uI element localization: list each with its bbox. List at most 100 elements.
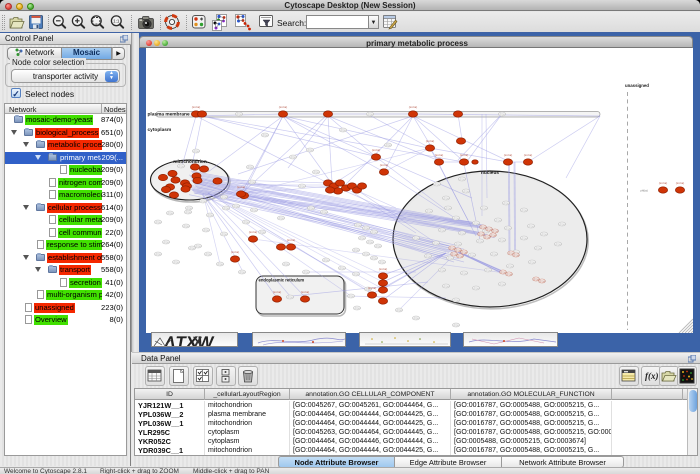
svg-text:(xx=a): (xx=a) — [379, 267, 387, 271]
svg-text:yl=(a): yl=(a) — [216, 262, 223, 266]
svg-text:yl=(a): yl=(a) — [512, 253, 519, 257]
svg-text:yl=(a): yl=(a) — [489, 233, 496, 237]
svg-text:yl=(a): yl=(a) — [182, 224, 189, 228]
svg-text:X: X — [192, 334, 204, 347]
svg-text:yl=(a): yl=(a) — [366, 240, 373, 244]
svg-text:(xx=a): (xx=a) — [287, 238, 295, 242]
svg-text:yl=(a): yl=(a) — [258, 230, 265, 234]
svg-text:yl=(a): yl=(a) — [358, 236, 365, 240]
svg-text:yl=(a): yl=(a) — [352, 272, 359, 276]
svg-text:f(x): f(x) — [645, 371, 659, 381]
svg-text:yl=(a): yl=(a) — [312, 170, 319, 174]
svg-text:yl=(a): yl=(a) — [235, 112, 242, 116]
svg-text:1:1: 1:1 — [113, 19, 120, 24]
svg-text:yl=(a): yl=(a) — [378, 260, 385, 264]
svg-text:yl=(a): yl=(a) — [444, 206, 451, 210]
svg-text:plasma membrane: plasma membrane — [148, 112, 190, 118]
svg-text:(xx=a): (xx=a) — [237, 185, 245, 189]
svg-text:yl=(a): yl=(a) — [476, 239, 483, 243]
svg-text:yl=(a): yl=(a) — [242, 220, 249, 224]
svg-text:yl=(a): yl=(a) — [438, 228, 445, 232]
svg-text:yl=(a): yl=(a) — [322, 258, 329, 262]
svg-text:yl=(a): yl=(a) — [220, 232, 227, 236]
svg-text:yl=(a): yl=(a) — [494, 218, 501, 222]
svg-text:yl=(a): yl=(a) — [412, 316, 419, 320]
svg-text:yl=(a): yl=(a) — [172, 260, 179, 264]
svg-text:(xx=a): (xx=a) — [426, 139, 434, 143]
svg-text:yl=(a): yl=(a) — [338, 266, 345, 270]
svg-text:yl=(a): yl=(a) — [452, 216, 459, 220]
svg-text:yl=(a): yl=(a) — [192, 149, 199, 153]
svg-text:yl=(a): yl=(a) — [166, 211, 173, 215]
svg-text:yl=(a): yl=(a) — [199, 199, 206, 203]
svg-text:yl=(a): yl=(a) — [277, 216, 284, 220]
svg-text:yl=(a): yl=(a) — [222, 206, 229, 210]
svg-text:yl=(a): yl=(a) — [480, 206, 487, 210]
svg-text:yl=(a): yl=(a) — [534, 246, 541, 250]
svg-text:(xx=a): (xx=a) — [659, 181, 667, 185]
svg-text:yl=(a): yl=(a) — [370, 256, 377, 260]
svg-text:yl=(a): yl=(a) — [354, 223, 361, 227]
svg-text:yl=(a): yl=(a) — [185, 206, 192, 210]
svg-text:yl=(a): yl=(a) — [384, 143, 391, 147]
svg-text:yl=(a): yl=(a) — [204, 252, 211, 256]
svg-text:yl=(a): yl=(a) — [502, 201, 509, 205]
svg-text:yl=(a): yl=(a) — [458, 177, 465, 181]
svg-text:yl=(a): yl=(a) — [306, 148, 313, 152]
svg-text:yl=(a): yl=(a) — [456, 254, 463, 258]
svg-text:yl=(a): yl=(a) — [433, 182, 440, 186]
svg-text:yl=(a): yl=(a) — [538, 279, 545, 283]
svg-text:yl=(a): yl=(a) — [468, 253, 475, 257]
svg-text:yl=(a): yl=(a) — [250, 208, 257, 212]
svg-text:yl=(a): yl=(a) — [540, 232, 547, 236]
svg-text:yl=(a): yl=(a) — [504, 226, 511, 230]
svg-text:(xx=a): (xx=a) — [504, 153, 512, 157]
svg-text:(xx=a): (xx=a) — [460, 153, 468, 157]
svg-text:yl=(a): yl=(a) — [353, 306, 360, 310]
svg-text:yl=(a): yl=(a) — [554, 242, 561, 246]
svg-text:(xx=a): (xx=a) — [524, 153, 532, 157]
svg-text:yl=(a): yl=(a) — [232, 204, 239, 208]
svg-text:yl=(a): yl=(a) — [298, 184, 305, 188]
svg-text:yl=(a): yl=(a) — [520, 236, 527, 240]
svg-text:yl=(a): yl=(a) — [472, 286, 479, 290]
svg-text:yl=(a): yl=(a) — [528, 260, 535, 264]
svg-text:yl=(a): yl=(a) — [558, 222, 565, 226]
svg-text:yl=(a): yl=(a) — [307, 206, 314, 210]
svg-text:yl=(a): yl=(a) — [362, 252, 369, 256]
svg-text:yl=(a): yl=(a) — [462, 189, 469, 193]
svg-text:yl=(a): yl=(a) — [248, 180, 255, 184]
svg-text:yl=(a): yl=(a) — [238, 270, 245, 274]
svg-text:yl=(a): yl=(a) — [339, 128, 346, 132]
svg-text:(xx=a): (xx=a) — [301, 290, 309, 294]
svg-text:yl=(a): yl=(a) — [498, 112, 505, 116]
svg-text:unassigned: unassigned — [625, 83, 649, 88]
svg-text:yl=(a): yl=(a) — [458, 231, 465, 235]
svg-text:(xx=a): (xx=a) — [231, 250, 239, 254]
svg-text:yl=(a): yl=(a) — [320, 210, 327, 214]
svg-text:yl=(a): yl=(a) — [184, 210, 191, 214]
svg-text:yl=(a): yl=(a) — [424, 254, 431, 258]
svg-text:yl=(a): yl=(a) — [154, 220, 161, 224]
svg-text:yl=(a): yl=(a) — [498, 238, 505, 242]
svg-text:(xx=a): (xx=a) — [676, 181, 684, 185]
svg-text:(xx=a): (xx=a) — [372, 148, 380, 152]
svg-text:(xx=a): (xx=a) — [368, 286, 376, 290]
svg-text:yl=(a): yl=(a) — [490, 252, 497, 256]
svg-text:(xx=a): (xx=a) — [192, 105, 200, 109]
svg-text:yl=(a): yl=(a) — [412, 236, 419, 240]
svg-text:yl=(a): yl=(a) — [425, 209, 432, 213]
svg-text:yl=(a): yl=(a) — [206, 213, 213, 217]
svg-text:yl=(a): yl=(a) — [194, 244, 201, 248]
svg-text:yl=(a): yl=(a) — [438, 268, 445, 272]
svg-text:yl=(a): yl=(a) — [202, 228, 209, 232]
svg-text:yl=(a): yl=(a) — [374, 244, 381, 248]
svg-text:yl=(a): yl=(a) — [370, 230, 377, 234]
svg-text:yl=(a): yl=(a) — [460, 271, 467, 275]
svg-text:yl=(a): yl=(a) — [177, 164, 184, 168]
svg-text:yl=(a): yl=(a) — [442, 284, 449, 288]
svg-text:(xx=a): (xx=a) — [409, 105, 417, 109]
svg-text:yl=(a): yl=(a) — [520, 208, 527, 212]
svg-text:(xx=a): (xx=a) — [273, 290, 281, 294]
svg-text:yl=(a): yl=(a) — [506, 264, 513, 268]
